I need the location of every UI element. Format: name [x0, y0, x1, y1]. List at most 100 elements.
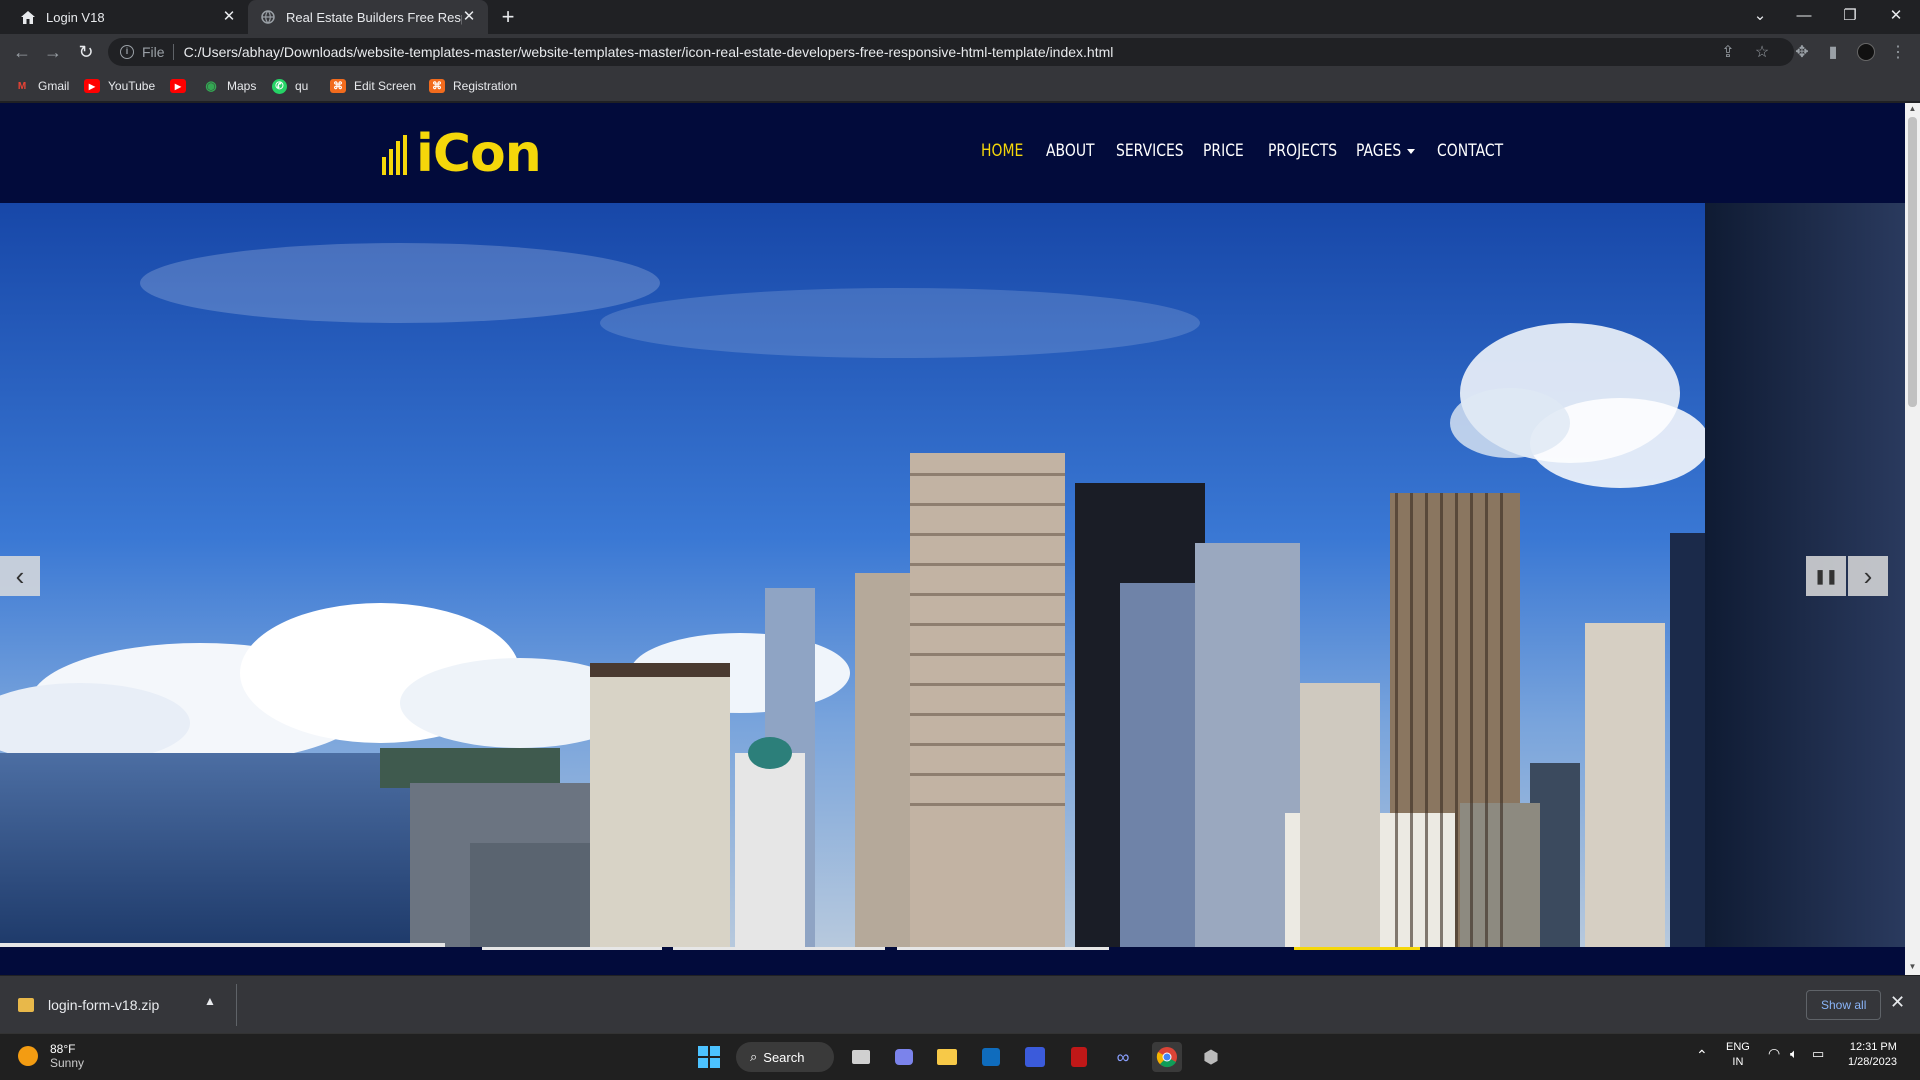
- site-header: iCon HOME ABOUT SERVICES PRICE PROJECTS …: [0, 103, 1905, 203]
- logo-text: iCon: [416, 124, 542, 184]
- ms-store-icon[interactable]: [976, 1042, 1006, 1072]
- feature-tab[interactable]: [673, 947, 885, 950]
- bookmark-label: Edit Screen: [354, 79, 417, 93]
- weather-temp: 88°F: [50, 1042, 76, 1056]
- search-label: Search: [763, 1049, 805, 1065]
- minimize-button[interactable]: —: [1782, 0, 1826, 30]
- page-scrollbar[interactable]: ▲ ▼: [1905, 103, 1920, 975]
- teams-chat-icon[interactable]: [889, 1042, 919, 1072]
- address-bar[interactable]: i File C:/Users/abhay/Downloads/website-…: [108, 38, 1794, 66]
- close-tab-icon[interactable]: ✕: [220, 8, 238, 26]
- task-view-icon[interactable]: [846, 1042, 876, 1072]
- bookmark-edit-screen[interactable]: ⌘ Edit Screen: [330, 77, 416, 95]
- chrome-icon[interactable]: [1152, 1042, 1182, 1072]
- bookmark-maps[interactable]: ◉ Maps: [203, 77, 256, 95]
- bookmark-qu[interactable]: ✆ qu: [272, 77, 308, 95]
- tab-real-estate[interactable]: Real Estate Builders Free Respons ✕: [248, 0, 488, 34]
- windows-start-icon[interactable]: [694, 1042, 724, 1072]
- vscode-style-icon[interactable]: [1020, 1042, 1050, 1072]
- close-icon[interactable]: ✕: [1890, 992, 1905, 1013]
- url-text[interactable]: C:/Users/abhay/Downloads/website-templat…: [184, 44, 1114, 60]
- lang-top: ENG: [1726, 1041, 1750, 1053]
- bookmark-youtube-2[interactable]: ▶: [170, 77, 194, 95]
- settings-hex-icon[interactable]: ⬢: [1196, 1042, 1226, 1072]
- bookmark-orange-icon: ⌘: [429, 79, 445, 93]
- show-all-button[interactable]: Show all: [1806, 990, 1882, 1020]
- forward-button[interactable]: →: [41, 40, 65, 64]
- scroll-down-icon[interactable]: ▼: [1908, 963, 1917, 971]
- infinity-app-icon[interactable]: ∞: [1108, 1042, 1138, 1072]
- globe-icon: [260, 9, 276, 25]
- volume-icon[interactable]: 🔈︎: [1790, 1046, 1798, 1061]
- menu-pages-label: PAGES: [1356, 141, 1402, 161]
- feature-tab-active[interactable]: [1294, 947, 1420, 950]
- hero-cityscape-image: [0, 203, 1905, 947]
- url-scheme: File: [142, 44, 174, 60]
- share-icon[interactable]: ⇪: [1718, 42, 1738, 62]
- slider-prev-button[interactable]: ‹: [0, 556, 40, 596]
- taskbar-search[interactable]: ⌕ Search: [736, 1042, 834, 1072]
- zip-file-icon: [18, 998, 34, 1012]
- feature-tab[interactable]: [482, 947, 662, 950]
- battery-icon[interactable]: ▭: [1812, 1046, 1824, 1061]
- youtube-icon: ▶: [170, 79, 186, 93]
- logo-bars-icon: [382, 135, 410, 175]
- gmail-icon: M: [17, 80, 27, 92]
- caret-down-icon: [1407, 149, 1415, 154]
- maps-icon: ◉: [205, 78, 217, 93]
- bookmark-label: Gmail: [38, 79, 70, 93]
- bookmark-youtube[interactable]: ▶ YouTube: [84, 77, 155, 95]
- tab-search-icon[interactable]: ⌄: [1738, 0, 1782, 30]
- scroll-up-icon[interactable]: ▲: [1908, 105, 1917, 113]
- profile-avatar[interactable]: [1856, 42, 1876, 62]
- scrollbar-thumb[interactable]: [1908, 117, 1917, 407]
- download-item[interactable]: login-form-v18.zip: [18, 994, 159, 1016]
- tray-chevron-icon[interactable]: ⌃: [1696, 1048, 1708, 1063]
- mcafee-icon[interactable]: [1064, 1042, 1094, 1072]
- clock[interactable]: 12:31 PM 1/28/2023: [1848, 1040, 1897, 1070]
- browser-toolbar: ← → ↻ i File C:/Users/abhay/Downloads/we…: [0, 34, 1920, 70]
- menu-kebab-icon[interactable]: ⋮: [1888, 42, 1908, 62]
- menu-home[interactable]: HOME: [981, 141, 1023, 161]
- weather-widget[interactable]: 88°F Sunny: [18, 1042, 84, 1070]
- clock-time: 12:31 PM: [1849, 1041, 1897, 1053]
- tab-login-v18[interactable]: Login V18 ✕: [8, 0, 248, 34]
- slider-pause-button[interactable]: ❚❚: [1806, 556, 1846, 596]
- menu-about[interactable]: ABOUT: [1046, 141, 1095, 161]
- lang-bottom: IN: [1732, 1056, 1744, 1068]
- bookmark-gmail[interactable]: M Gmail: [14, 77, 70, 95]
- menu-projects[interactable]: PROJECTS: [1268, 141, 1337, 161]
- search-icon: ⌕: [750, 1049, 758, 1064]
- info-icon[interactable]: i: [120, 45, 134, 59]
- new-tab-button[interactable]: +: [496, 6, 520, 28]
- divider: [236, 984, 237, 1026]
- bookmark-label: YouTube: [108, 79, 156, 93]
- bookmark-label: Registration: [453, 79, 518, 93]
- youtube-icon: ▶: [84, 79, 100, 93]
- language-indicator[interactable]: ENG IN: [1726, 1040, 1750, 1070]
- slider-next-button[interactable]: ›: [1848, 556, 1888, 596]
- menu-services[interactable]: SERVICES: [1116, 141, 1184, 161]
- extensions-icon[interactable]: ✥: [1792, 42, 1812, 62]
- side-panel-icon[interactable]: ▮: [1823, 42, 1843, 62]
- bookmark-label: Maps: [227, 79, 257, 93]
- close-tab-icon[interactable]: ✕: [460, 8, 478, 26]
- menu-pages[interactable]: PAGES: [1356, 141, 1415, 161]
- tab-label: Real Estate Builders Free Respons: [286, 9, 462, 25]
- wifi-icon[interactable]: ◠: [1768, 1046, 1780, 1061]
- chevron-up-icon[interactable]: ▲: [204, 994, 216, 1008]
- restore-button[interactable]: ❐: [1828, 0, 1872, 30]
- reload-button[interactable]: ↻: [74, 40, 98, 64]
- clock-date: 1/28/2023: [1848, 1056, 1897, 1068]
- menu-contact[interactable]: CONTACT: [1437, 141, 1503, 161]
- close-window-button[interactable]: ✕: [1874, 0, 1918, 30]
- site-logo[interactable]: iCon: [382, 124, 542, 184]
- file-explorer-icon[interactable]: [932, 1042, 962, 1072]
- bookmark-star-icon[interactable]: ☆: [1752, 42, 1772, 62]
- bookmark-registration[interactable]: ⌘ Registration: [429, 77, 517, 95]
- tab-strip: Login V18 ✕ Real Estate Builders Free Re…: [0, 0, 1920, 34]
- sun-icon: [18, 1046, 38, 1066]
- feature-tab[interactable]: [897, 947, 1109, 950]
- back-button[interactable]: ←: [10, 40, 34, 64]
- menu-price[interactable]: PRICE: [1203, 141, 1244, 161]
